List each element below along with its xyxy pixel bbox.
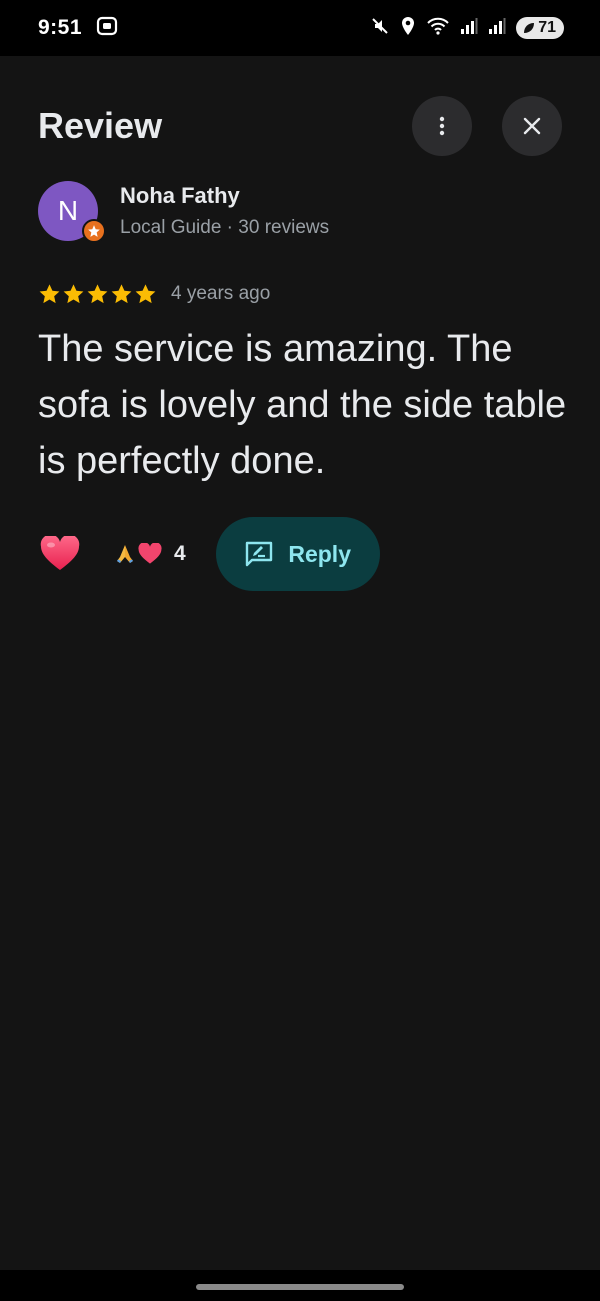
reaction-count: 4	[174, 542, 186, 565]
local-guide-badge-icon	[82, 219, 106, 243]
close-icon	[523, 117, 541, 135]
rate-review-icon	[246, 541, 273, 567]
heart-emoji-icon	[138, 543, 162, 564]
home-gesture-handle[interactable]	[196, 1284, 404, 1290]
reply-button[interactable]: Reply	[215, 517, 380, 591]
star-icon	[87, 284, 108, 304]
signal-icon-2	[488, 17, 506, 40]
author-name[interactable]: Noha Fathy	[120, 183, 329, 209]
star-icon	[111, 284, 132, 304]
battery-indicator: 71	[516, 17, 564, 39]
review-author[interactable]: N Noha Fathy Local Guide · 30 reviews	[38, 181, 330, 243]
heart-icon	[40, 536, 80, 570]
leaf-icon	[524, 23, 535, 33]
review-time-ago: 4 years ago	[171, 283, 271, 304]
review-sheet: Review N Noha Fathy Local Guide · 30 rev…	[0, 56, 600, 1270]
author-meta: Local Guide · 30 reviews	[120, 217, 330, 238]
signal-icon-1	[460, 17, 478, 40]
like-button[interactable]	[38, 532, 82, 576]
star-icon	[63, 284, 84, 304]
close-button[interactable]	[502, 96, 562, 156]
reply-label: Reply	[288, 540, 351, 567]
avatar[interactable]: N	[38, 181, 106, 243]
location-icon	[400, 16, 416, 41]
star-icon	[135, 284, 156, 304]
battery-level: 71	[538, 19, 556, 36]
status-bar: 9:51 71	[0, 0, 600, 56]
pray-emoji-icon	[117, 545, 133, 563]
star-rating	[38, 283, 157, 305]
wifi-icon	[426, 16, 450, 41]
more-vert-icon	[439, 116, 445, 136]
review-actions: 4 Reply	[38, 517, 380, 591]
star-icon	[39, 284, 60, 304]
page-title: Review	[38, 105, 163, 146]
more-options-button[interactable]	[412, 96, 472, 156]
status-time: 9:51	[38, 16, 83, 39]
rating-row: 4 years ago	[38, 283, 270, 305]
mute-icon	[370, 16, 390, 41]
reaction-summary[interactable]: 4	[114, 542, 186, 566]
review-text: The service is amazing. The sofa is love…	[38, 328, 567, 482]
sheet-header: Review	[38, 96, 562, 156]
avatar-initial: N	[57, 195, 79, 226]
screen-record-icon	[96, 15, 118, 42]
navigation-bar	[0, 1270, 600, 1301]
